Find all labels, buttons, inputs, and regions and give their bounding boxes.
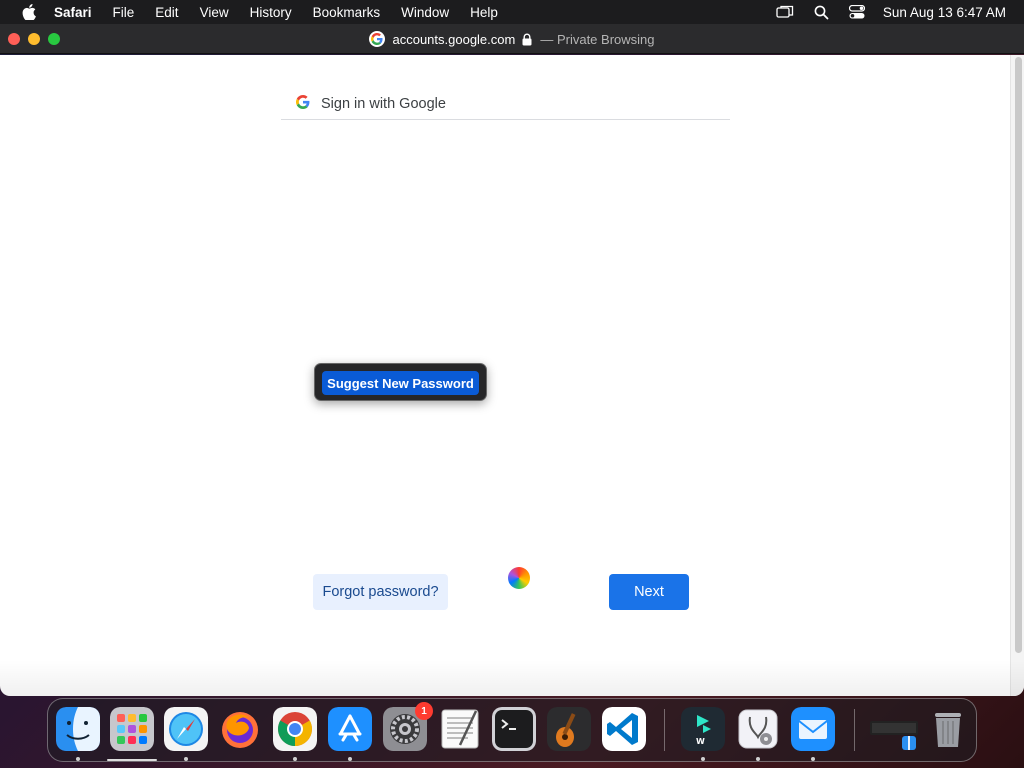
garageband-icon[interactable] bbox=[547, 707, 591, 751]
vscode-icon[interactable] bbox=[602, 707, 646, 751]
mail-icon[interactable] bbox=[791, 707, 835, 751]
firefox-icon[interactable] bbox=[218, 707, 262, 751]
chrome-running-dot bbox=[293, 757, 297, 761]
menu-bar: Safari File Edit View History Bookmarks … bbox=[0, 0, 1024, 24]
chrome-icon[interactable] bbox=[273, 707, 317, 751]
mail-running-dot bbox=[811, 757, 815, 761]
terminal-icon[interactable] bbox=[492, 707, 536, 751]
dock-separator-2 bbox=[854, 709, 855, 751]
minimized-window-thumbnail[interactable] bbox=[868, 707, 920, 751]
safari-icon[interactable] bbox=[164, 707, 208, 751]
window-domain: accounts.google.com bbox=[392, 31, 516, 47]
forgot-password-button[interactable]: Forgot password? bbox=[313, 574, 448, 610]
filmora-icon[interactable]: W bbox=[681, 707, 725, 751]
app-store-running-dot bbox=[348, 757, 352, 761]
apple-menu-icon[interactable] bbox=[18, 4, 40, 20]
search-icon[interactable] bbox=[814, 5, 829, 20]
window-title-bar: accounts.google.com — Private Browsing bbox=[0, 24, 1024, 54]
page-content: Sign in with Google Suggest New Password… bbox=[0, 55, 1024, 696]
textedit-icon[interactable] bbox=[438, 707, 482, 751]
menu-window[interactable]: Window bbox=[401, 5, 449, 20]
signin-header-label: Sign in with Google bbox=[321, 96, 446, 112]
launchpad-icon[interactable] bbox=[110, 707, 154, 751]
menu-view[interactable]: View bbox=[200, 5, 229, 20]
finder-icon[interactable] bbox=[56, 707, 100, 751]
filmora-running-dot bbox=[701, 757, 705, 761]
menu-app-name[interactable]: Safari bbox=[54, 5, 92, 20]
dock: 1 W bbox=[47, 698, 977, 762]
menu-clock[interactable]: Sun Aug 13 6:47 AM bbox=[883, 5, 1006, 20]
signin-header: Sign in with Google bbox=[281, 89, 730, 120]
loading-spinner-icon bbox=[508, 567, 530, 589]
window-title: accounts.google.com — Private Browsing bbox=[0, 24, 1024, 54]
suggest-password-popup: Suggest New Password bbox=[314, 363, 487, 401]
app-store-icon[interactable] bbox=[328, 707, 372, 751]
scrollbar-thumb[interactable] bbox=[1015, 57, 1022, 653]
scrollbar[interactable] bbox=[1010, 55, 1024, 696]
trash-icon[interactable] bbox=[926, 707, 970, 751]
next-button[interactable]: Next bbox=[609, 574, 689, 610]
screen-mirroring-icon[interactable] bbox=[776, 5, 794, 19]
disk-utility-running-dot bbox=[756, 757, 760, 761]
menu-file[interactable]: File bbox=[113, 5, 135, 20]
menu-history[interactable]: History bbox=[250, 5, 292, 20]
private-browsing-label: — Private Browsing bbox=[540, 31, 655, 47]
control-center-icon[interactable] bbox=[848, 5, 865, 19]
menu-edit[interactable]: Edit bbox=[155, 5, 178, 20]
menu-help[interactable]: Help bbox=[470, 5, 498, 20]
dock-separator bbox=[664, 709, 665, 751]
menu-bookmarks[interactable]: Bookmarks bbox=[313, 5, 381, 20]
google-logo-icon bbox=[296, 94, 310, 114]
disk-utility-icon[interactable] bbox=[736, 707, 780, 751]
settings-notification-badge: 1 bbox=[415, 702, 433, 720]
svg-text:W: W bbox=[696, 737, 705, 746]
safari-running-dot bbox=[184, 757, 188, 761]
finder-running-dot bbox=[76, 757, 80, 761]
launchpad-indicator bbox=[107, 759, 157, 761]
google-favicon-icon bbox=[369, 31, 386, 47]
lock-icon bbox=[522, 33, 532, 46]
suggest-new-password-button[interactable]: Suggest New Password bbox=[322, 371, 479, 395]
bottom-fade bbox=[0, 660, 1024, 696]
